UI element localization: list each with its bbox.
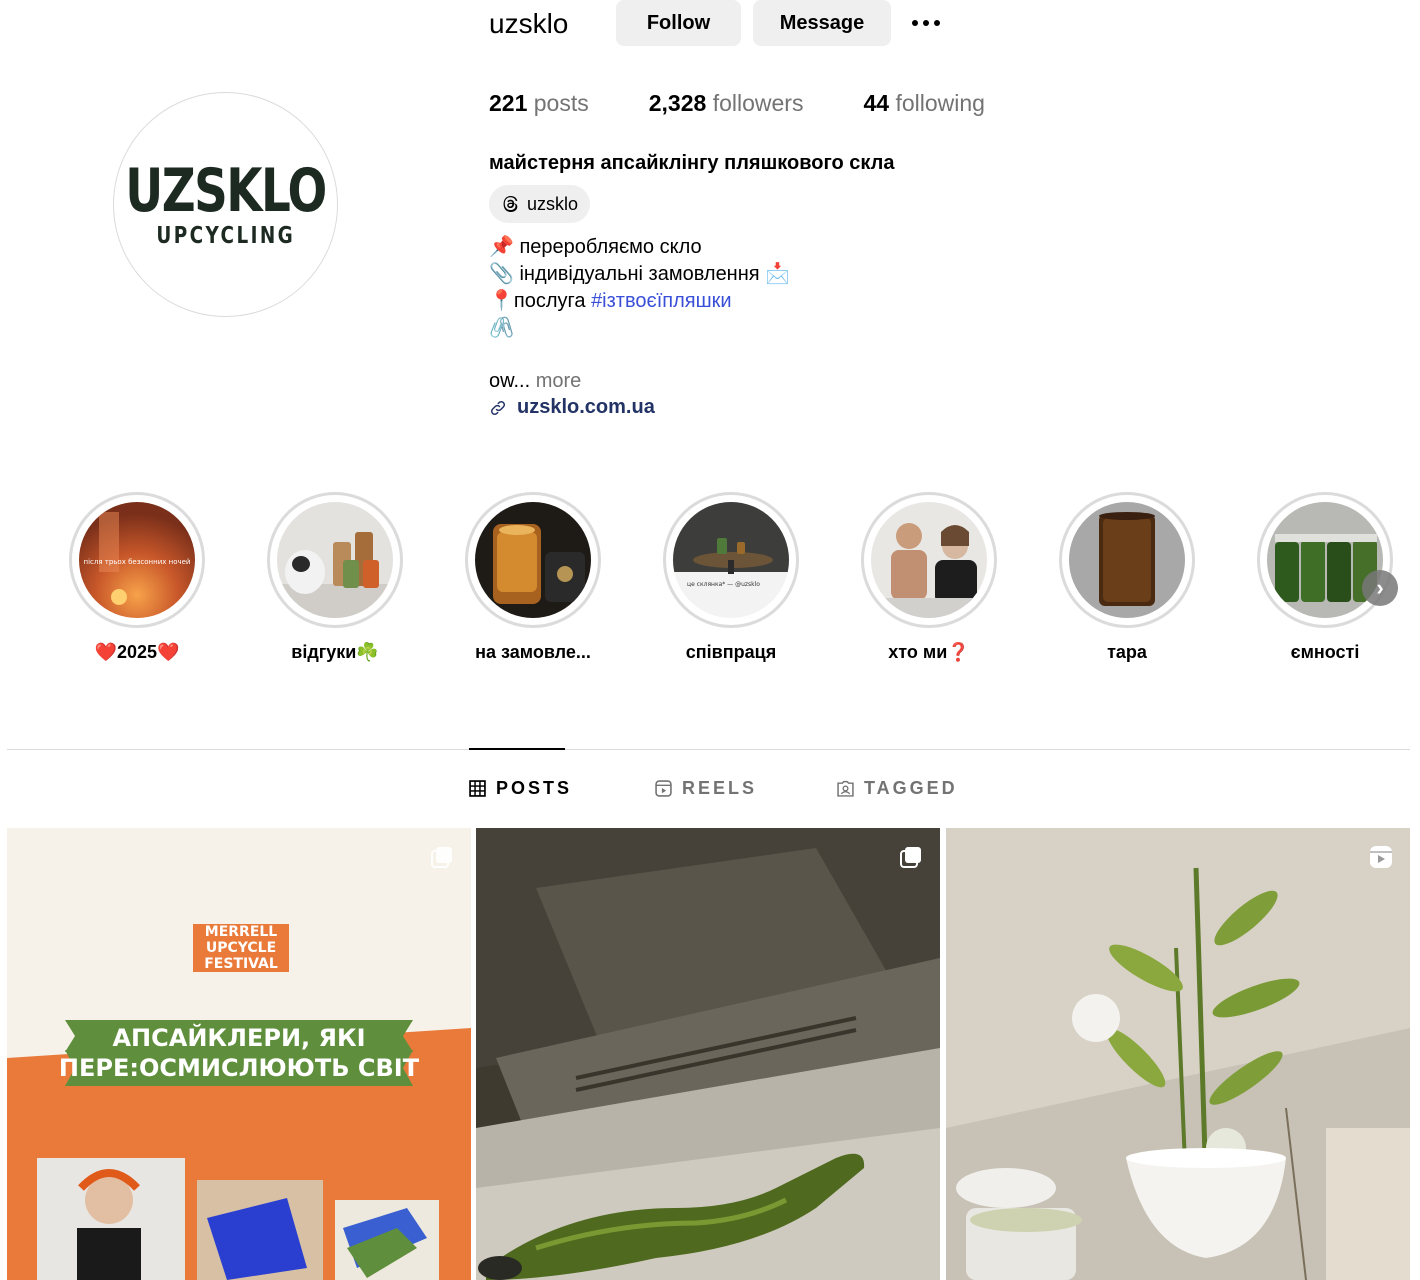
profile-avatar[interactable]: UZSKLO UPCYCLING xyxy=(113,92,338,317)
svg-text:MERRELL: MERRELL xyxy=(205,924,278,940)
highlight-label: тара xyxy=(1107,642,1147,662)
highlight-orders[interactable]: на замовле... xyxy=(465,492,601,663)
highlight-label: ємності xyxy=(1290,642,1360,662)
follow-button[interactable]: Follow xyxy=(616,0,741,46)
chevron-right-icon[interactable]: › xyxy=(1362,570,1398,606)
reels-icon xyxy=(1370,846,1392,868)
highlight-label: хто ми❓ xyxy=(888,642,970,662)
highlight-thumbnail: після трьох безсонних ночей xyxy=(79,502,195,618)
tab-tagged[interactable]: TAGGED xyxy=(837,778,958,799)
threads-handle: uzsklo xyxy=(527,193,579,214)
following-stat[interactable]: 44 following xyxy=(863,90,984,117)
svg-text:АПСАЙКЛЕРИ, ЯКІ: АПСАЙКЛЕРИ, ЯКІ xyxy=(112,1023,365,1052)
highlight-label: ❤️2025❤️ xyxy=(94,642,180,662)
bio-line: 🖇️ xyxy=(489,317,514,339)
posts-stat[interactable]: 221 posts xyxy=(489,90,589,117)
svg-text:UPCYCLE: UPCYCLE xyxy=(206,940,276,956)
post-image: MERRELL UPCYCLE FESTIVAL АПСАЙКЛЕРИ, ЯКІ… xyxy=(7,828,471,1280)
svg-text:після трьох безсонних ночей: після трьох безсонних ночей xyxy=(84,558,191,566)
hashtag-link[interactable]: #ізтвоєїпляшки xyxy=(591,290,731,312)
profile-stats: 221 posts 2,328 followers 44 following xyxy=(489,90,1045,117)
link-icon xyxy=(490,400,506,415)
carousel-icon xyxy=(900,847,921,868)
carousel-icon xyxy=(431,847,452,868)
highlight-thumbnail xyxy=(1267,502,1383,618)
highlight-reviews[interactable]: відгуки☘️ xyxy=(267,492,403,663)
logo-wordmark: UZSKLO xyxy=(125,155,327,226)
profile-username: uzsklo xyxy=(489,8,569,39)
grid-icon xyxy=(469,780,486,797)
post-tile-reel-plant[interactable] xyxy=(946,828,1410,1280)
post-tile-glass-plate[interactable] xyxy=(476,828,940,1280)
highlight-thumbnail xyxy=(277,502,393,618)
highlight-2025[interactable]: після трьох безсонних ночей ❤️2025❤️ xyxy=(69,492,205,663)
logo-subtitle: UPCYCLING xyxy=(156,222,295,249)
post-tile-festival[interactable]: MERRELL UPCYCLE FESTIVAL АПСАЙКЛЕРИ, ЯКІ… xyxy=(7,828,471,1280)
reels-icon xyxy=(655,780,672,797)
svg-text:це склянка* — @uzsklo: це склянка* — @uzsklo xyxy=(687,581,760,588)
tabs-divider xyxy=(7,749,1410,750)
highlight-label: відгуки☘️ xyxy=(291,642,379,662)
website-link[interactable]: uzsklo.com.ua xyxy=(489,396,655,419)
highlight-thumbnail xyxy=(871,502,987,618)
highlight-thumbnail: це склянка* — @uzsklo xyxy=(673,502,789,618)
profile-full-name: майстерня апсайклінгу пляшкового скла xyxy=(489,152,895,174)
highlight-thumbnail xyxy=(1069,502,1185,618)
highlight-cooperation[interactable]: це склянка* — @uzsklo співпраця xyxy=(663,492,799,663)
bio-line: 📎 індивідуальні замовлення 📩 xyxy=(489,263,791,285)
threads-badge[interactable]: uzsklo xyxy=(489,185,591,223)
tab-reels[interactable]: REELS xyxy=(655,778,757,799)
post-image xyxy=(476,828,940,1280)
tagged-icon xyxy=(837,780,854,797)
tab-posts[interactable]: POSTS xyxy=(469,778,572,799)
story-highlights: після трьох безсонних ночей ❤️2025❤️ від… xyxy=(0,492,1420,672)
highlight-about-us[interactable]: хто ми❓ xyxy=(861,492,997,663)
message-button[interactable]: Message xyxy=(753,0,891,46)
svg-text:ПЕРЕ:ОСМИСЛЮЮТЬ СВІТ: ПЕРЕ:ОСМИСЛЮЮТЬ СВІТ xyxy=(59,1054,420,1082)
highlight-label: співпраця xyxy=(685,642,777,662)
bio-truncated: ow... more xyxy=(489,370,582,392)
bio-more-button[interactable]: more xyxy=(536,370,582,392)
bio-line: 📍послуга #ізтвоєїпляшки xyxy=(489,290,732,312)
highlight-tara[interactable]: тара xyxy=(1059,492,1195,663)
post-image xyxy=(946,828,1410,1280)
highlight-label: на замовле... xyxy=(475,642,591,662)
followers-stat[interactable]: 2,328 followers xyxy=(649,90,804,117)
profile-bio: 📌 переробляємо скло 📎 індивідуальні замо… xyxy=(489,234,790,342)
bio-line: 📌 переробляємо скло xyxy=(489,236,702,258)
svg-text:FESTIVAL: FESTIVAL xyxy=(204,956,278,972)
threads-icon xyxy=(503,196,518,212)
more-options-icon[interactable] xyxy=(904,8,948,38)
active-tab-indicator xyxy=(469,748,565,750)
highlight-thumbnail xyxy=(475,502,591,618)
